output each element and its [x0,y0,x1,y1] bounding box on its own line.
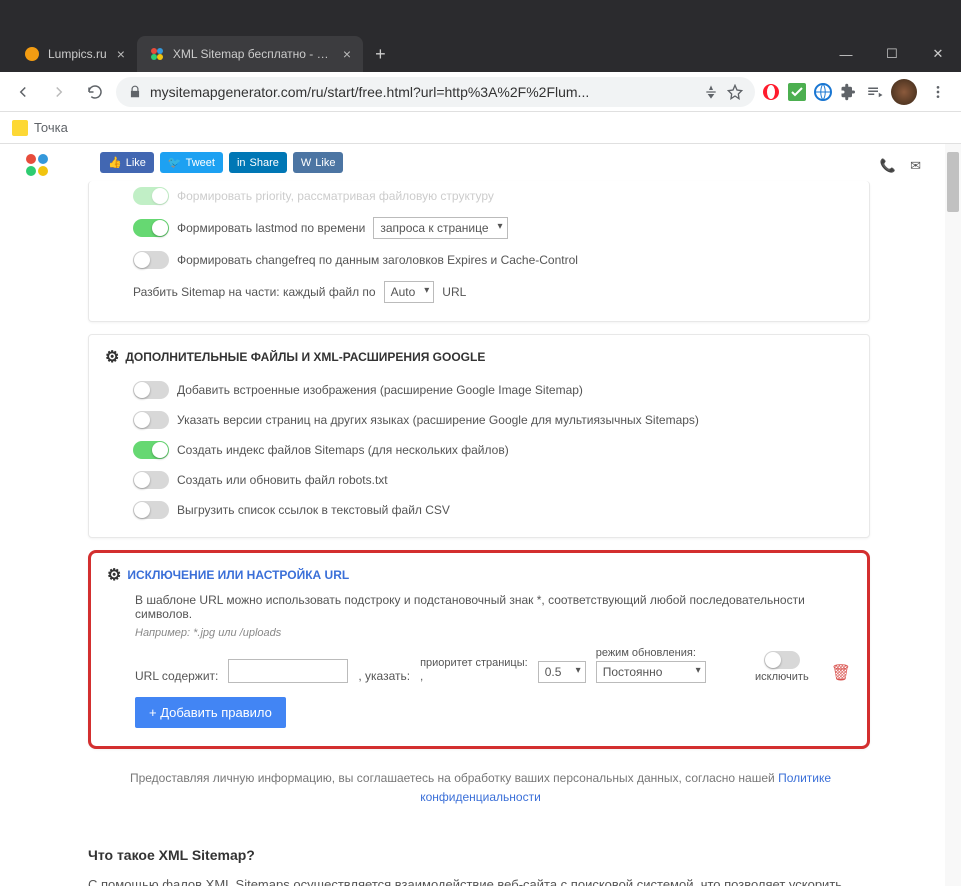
star-icon[interactable] [727,84,743,100]
vk-like-button[interactable]: W Like [293,152,344,173]
url-rule-row: URL содержит: , указать: приоритет стран… [135,647,851,683]
section-google-extensions: ⚙ ДОПОЛНИТЕЛЬНЫЕ ФАЙЛЫ И XML-РАСШИРЕНИЯ … [88,334,870,538]
option-lastmod: Формировать lastmod по времени запроса к… [105,211,853,245]
lock-icon [128,85,142,99]
scroll-thumb[interactable] [947,152,959,212]
twitter-tweet-button[interactable]: 🐦 Tweet [160,152,223,173]
toggle-option-0[interactable] [133,381,169,399]
priority-label: приоритет страницы: [420,657,528,669]
reload-button[interactable] [80,77,110,107]
globe-extension-icon[interactable] [813,82,833,102]
lumpics-favicon [24,46,40,62]
mail-icon[interactable]: ✉ [910,158,921,174]
extension-option-2: Создать индекс файлов Sitemaps (для неск… [105,435,853,465]
section-hint: Например: *.jpg или /uploads [135,627,851,639]
tab-lumpics[interactable]: Lumpics.ru × [12,36,137,72]
phone-icon[interactable]: 📞 [880,158,896,174]
extension-option-3: Создать или обновить файл robots.txt [105,465,853,495]
section-title: ⚙ ДОПОЛНИТЕЛЬНЫЕ ФАЙЛЫ И XML-РАСШИРЕНИЯ … [105,347,853,367]
option-split-sitemap: Разбить Sitemap на части: каждый файл по… [105,275,853,309]
tab-sitemap[interactable]: XML Sitemap бесплатно - Генер × [137,36,363,72]
exclude-label: исключить [755,671,809,683]
address-bar[interactable]: mysitemapgenerator.com/ru/start/free.htm… [116,77,755,107]
sitemap-favicon [149,46,165,62]
check-extension-icon[interactable] [787,82,807,102]
delete-rule-icon[interactable]: 🗑 [831,663,851,683]
window-controls: — ☐ ✕ [823,36,961,72]
toggle-option-3[interactable] [133,471,169,489]
opera-extension-icon[interactable] [761,82,781,102]
toggle-option-1[interactable] [133,411,169,429]
mode-label: режим обновления: [596,647,706,659]
select-lastmod-mode[interactable]: запроса к странице [373,217,507,239]
bookmark-folder-icon [12,120,28,136]
specify-label: , указать: [358,669,410,683]
article-heading: Что такое XML Sitemap? [88,847,961,863]
gear-icon: ⚙ [107,565,121,585]
section-generation-options: Формировать priority, рассматривая файло… [88,181,870,322]
extensions-icon[interactable] [839,82,859,102]
bookmarks-bar: Точка [0,112,961,144]
bookmark-item[interactable]: Точка [34,120,68,135]
option-priority-ghost: Формировать priority, рассматривая файло… [105,181,853,211]
close-button[interactable]: ✕ [915,36,961,72]
menu-button[interactable] [923,77,953,107]
linkedin-share-button[interactable]: in Share [229,152,287,173]
select-priority[interactable]: 0.5 [538,661,586,683]
tab-title: Lumpics.ru [48,47,107,61]
forward-button[interactable] [44,77,74,107]
browser-toolbar: mysitemapgenerator.com/ru/start/free.htm… [0,72,961,112]
article-paragraph: С помощью фалов XML Sitemaps осуществляе… [88,875,873,886]
toggle-lastmod[interactable] [133,219,169,237]
back-button[interactable] [8,77,38,107]
new-tab-button[interactable]: + [363,36,398,72]
add-rule-button[interactable]: + Добавить правило [135,697,286,728]
toggle-exclude[interactable] [764,651,800,669]
browser-titlebar: Lumpics.ru × XML Sitemap бесплатно - Ген… [0,0,961,72]
section-url-exclusion: ⚙ ИСКЛЮЧЕНИЕ ИЛИ НАСТРОЙКА URL В шаблоне… [88,550,870,749]
maximize-button[interactable]: ☐ [869,36,915,72]
site-logo[interactable] [24,152,50,178]
extension-option-1: Указать версии страниц на других языках … [105,405,853,435]
select-split-size[interactable]: Auto [384,281,435,303]
close-icon[interactable]: × [343,46,351,62]
toggle-priority [133,187,169,205]
url-text: mysitemapgenerator.com/ru/start/free.htm… [150,84,589,100]
scrollbar[interactable] [945,144,961,886]
profile-avatar[interactable] [891,79,917,105]
url-contains-label: URL содержит: [135,669,218,683]
minimize-button[interactable]: — [823,36,869,72]
toggle-option-4[interactable] [133,501,169,519]
privacy-footer: Предоставляя личную информацию, вы согла… [88,769,873,807]
url-contains-input[interactable] [228,659,348,683]
extension-option-0: Добавить встроенные изображения (расшире… [105,375,853,405]
social-share-row: 👍 Like 🐦 Tweet in Share W Like [100,152,961,173]
playlist-icon[interactable] [865,82,885,102]
close-icon[interactable]: × [117,46,125,62]
page-content: 👍 Like 🐦 Tweet in Share W Like 📞 ✉ Форми… [0,144,961,886]
translate-icon[interactable] [703,84,719,100]
facebook-like-button[interactable]: 👍 Like [100,152,154,173]
toggle-changefreq[interactable] [133,251,169,269]
tab-title: XML Sitemap бесплатно - Генер [173,47,333,61]
toggle-option-2[interactable] [133,441,169,459]
option-changefreq: Формировать changefreq по данным заголов… [105,245,853,275]
tab-strip: Lumpics.ru × XML Sitemap бесплатно - Ген… [12,36,398,72]
section-description: В шаблоне URL можно использовать подстро… [135,593,851,621]
extension-option-4: Выгрузить список ссылок в текстовый файл… [105,495,853,525]
section-title: ⚙ ИСКЛЮЧЕНИЕ ИЛИ НАСТРОЙКА URL [107,565,851,585]
gear-icon: ⚙ [105,347,119,367]
select-update-mode[interactable]: Постоянно [596,661,706,683]
contact-icons: 📞 ✉ [880,158,921,174]
